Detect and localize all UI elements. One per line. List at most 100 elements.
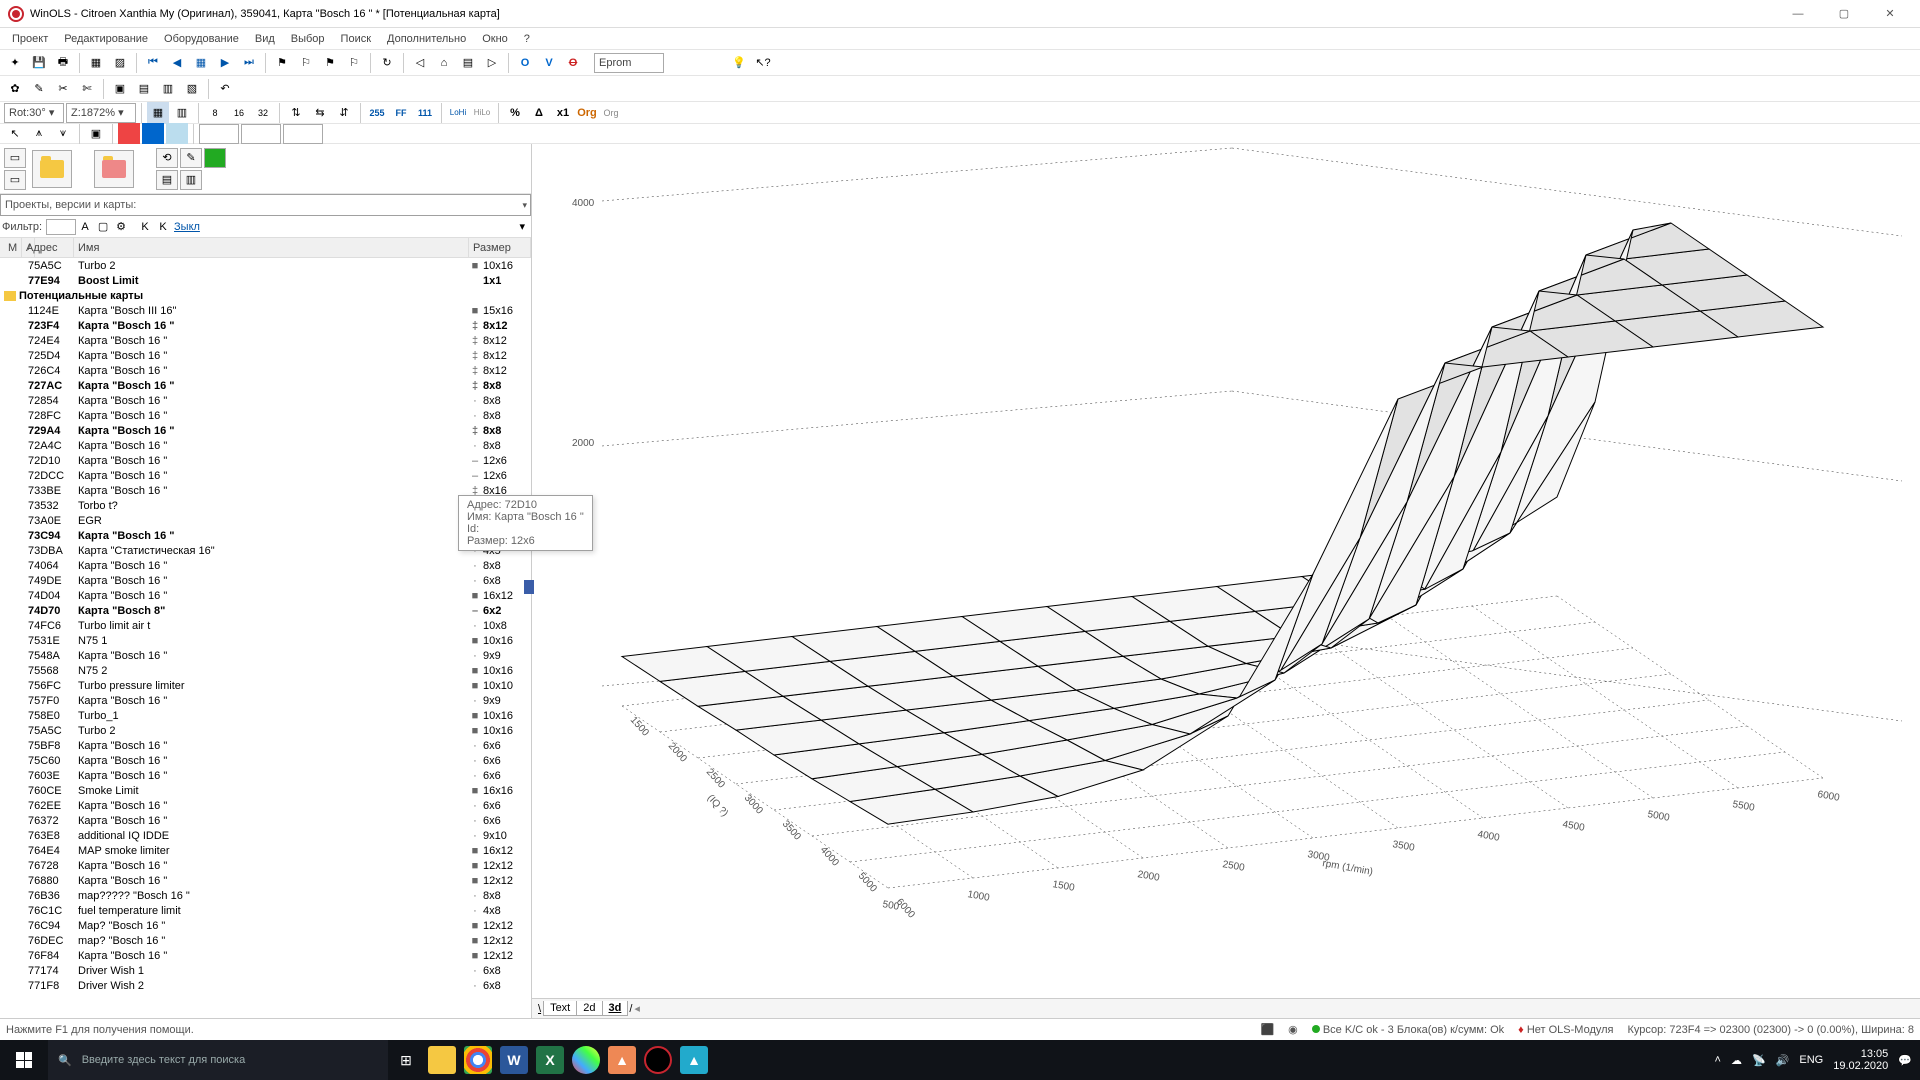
nav-prev-icon[interactable]: ◀ (166, 52, 188, 74)
maximize-button[interactable]: ▢ (1822, 1, 1866, 27)
word-icon[interactable]: W (500, 1046, 528, 1074)
table-row[interactable]: 723F4Карта "Bosch 16 "‡8x12 (0, 318, 531, 333)
table-row[interactable]: 762EEКарта "Bosch 16 "·6x6 (0, 798, 531, 813)
save-icon[interactable]: 💾 (28, 52, 50, 74)
refresh-icon[interactable]: ↻ (376, 52, 398, 74)
wand-icon[interactable]: ✦ (4, 52, 26, 74)
sel-color2-icon[interactable] (142, 123, 164, 145)
table-row[interactable]: 76880Карта "Bosch 16 "■12x12 (0, 873, 531, 888)
table-row[interactable]: 724E4Карта "Bosch 16 "‡8x12 (0, 333, 531, 348)
table-row[interactable]: 75568N75 2■10x16 (0, 663, 531, 678)
proj-open-icon[interactable] (32, 150, 72, 188)
sel-combo1[interactable] (199, 124, 239, 144)
edit-box3-icon[interactable]: ▥ (157, 78, 179, 100)
table-row[interactable]: 760CESmoke Limit■16x16 (0, 783, 531, 798)
table-row[interactable]: 7531EN75 1■10x16 (0, 633, 531, 648)
tree-folder[interactable]: Потенциальные карты (0, 288, 531, 303)
tray-time[interactable]: 13:05 (1833, 1048, 1888, 1060)
tb-window-2-icon[interactable]: ▨ (109, 52, 131, 74)
table-row[interactable]: 74FC6Turbo limit air t·10x8 (0, 618, 531, 633)
tree-body[interactable]: 75A5CTurbo 2■10x1677E94Boost Limit1x1Пот… (0, 258, 531, 1018)
menu-view[interactable]: Вид (247, 31, 283, 47)
table-row[interactable]: 733BEКарта "Bosch 16 "‡8x16 (0, 483, 531, 498)
table-row[interactable]: 76B36map????? "Bosch 16 "·8x8 (0, 888, 531, 903)
projects-dropdown[interactable]: Проекты, версии и карты: (0, 194, 531, 216)
proj-new-icon[interactable]: ▭ (4, 148, 26, 168)
photos-icon[interactable]: ▲ (680, 1046, 708, 1074)
nav-next-icon[interactable]: ▶ (214, 52, 236, 74)
table-row[interactable]: 74064Карта "Bosch 16 "·8x8 (0, 558, 531, 573)
start-button[interactable] (0, 1040, 48, 1080)
table-row[interactable]: 725D4Карта "Bosch 16 "‡8x12 (0, 348, 531, 363)
taskview-icon[interactable]: ⊞ (392, 1046, 420, 1074)
table-row[interactable]: 1124EКарта "Bosch III 16"■15x16 (0, 303, 531, 318)
menu-edit[interactable]: Редактирование (56, 31, 156, 47)
table-row[interactable]: 76372Карта "Bosch 16 "·6x6 (0, 813, 531, 828)
val-255-icon[interactable]: 255 (366, 102, 388, 124)
sel-color1-icon[interactable] (118, 123, 140, 145)
tray-chevron-icon[interactable]: ˄ (1715, 1054, 1721, 1066)
edit-box2-icon[interactable]: ▤ (133, 78, 155, 100)
view-mode1-icon[interactable]: ▦ (147, 102, 169, 124)
help-arrow-icon[interactable]: ↖? (752, 52, 774, 74)
col-name[interactable]: Имя (74, 238, 469, 257)
table-row[interactable]: 73532Torbo t?■10x10 (0, 498, 531, 513)
table-row[interactable]: 76F84Карта "Bosch 16 "■12x12 (0, 948, 531, 963)
proj-s5-icon[interactable]: ▥ (180, 170, 202, 190)
lohi-icon[interactable]: LoHi (447, 102, 469, 124)
sel-pointer-icon[interactable]: ↖ (4, 123, 26, 145)
col-addr[interactable]: Адрес (22, 238, 74, 257)
tb-flag1-icon[interactable]: ⚑ (271, 52, 293, 74)
table-row[interactable]: 74D04Карта "Bosch 16 "■16x12 (0, 588, 531, 603)
table-row[interactable]: 758E0Turbo_1■10x16 (0, 708, 531, 723)
tray-network-icon[interactable]: 📡 (1752, 1054, 1766, 1067)
explorer-icon[interactable] (428, 1046, 456, 1074)
filter-k2-icon[interactable]: K (154, 219, 172, 235)
menu-project[interactable]: Проект (4, 31, 56, 47)
table-row[interactable]: 73DBAКарта "Статистическая 16"·4x5 (0, 543, 531, 558)
table-row[interactable]: 749DEКарта "Bosch 16 "·6x8 (0, 573, 531, 588)
menu-select[interactable]: Выбор (283, 31, 333, 47)
zoom-dropdown[interactable]: Z:1872% ▾ (66, 103, 136, 123)
excel-icon[interactable]: X (536, 1046, 564, 1074)
filter-input[interactable] (46, 219, 76, 235)
table-row[interactable]: 75A5CTurbo 2■10x16 (0, 258, 531, 273)
tab-text[interactable]: Text (543, 1001, 577, 1016)
org-icon[interactable]: Org (576, 102, 598, 124)
menu-help[interactable]: ? (516, 31, 538, 47)
edit-wand-icon[interactable]: ✿ (4, 78, 26, 100)
nav-grid-icon[interactable]: ▦ (190, 52, 212, 74)
org2-icon[interactable]: Org (600, 102, 622, 124)
home-next-icon[interactable]: ▷ (481, 52, 503, 74)
menu-hardware[interactable]: Оборудование (156, 31, 247, 47)
table-row[interactable]: 72DCCКарта "Bosch 16 "–12x6 (0, 468, 531, 483)
mark-v-icon[interactable]: V (538, 52, 560, 74)
table-row[interactable]: 72A4CКарта "Bosch 16 "·8x8 (0, 438, 531, 453)
percent-icon[interactable]: % (504, 102, 526, 124)
tray-date[interactable]: 19.02.2020 (1833, 1060, 1888, 1072)
sel-combo2[interactable] (241, 124, 281, 144)
tray-cloud-icon[interactable]: ☁ (1731, 1054, 1742, 1067)
table-row[interactable]: 763E8additional IQ IDDE·9x10 (0, 828, 531, 843)
table-row[interactable]: 75A5CTurbo 2■10x16 (0, 723, 531, 738)
menu-extra[interactable]: Дополнительно (379, 31, 474, 47)
table-row[interactable]: 729A4Карта "Bosch 16 "‡8x8 (0, 423, 531, 438)
nav-first-icon[interactable]: ⏮ (142, 52, 164, 74)
table-row[interactable]: 7603EКарта "Bosch 16 "·6x6 (0, 768, 531, 783)
table-row[interactable]: 76DECmap? "Bosch 16 "■12x12 (0, 933, 531, 948)
proj-s4-icon[interactable]: ▤ (156, 170, 178, 190)
tb-flag4-icon[interactable]: ⚐ (343, 52, 365, 74)
table-row[interactable]: 74D70Карта "Bosch 8"–6x2 (0, 603, 531, 618)
table-row[interactable]: 77E94Boost Limit1x1 (0, 273, 531, 288)
table-row[interactable]: 764E4MAP smoke limiter■16x12 (0, 843, 531, 858)
col-size[interactable]: Размер (469, 238, 531, 257)
home-prev-icon[interactable]: ◁ (409, 52, 431, 74)
tb-window-1-icon[interactable]: ▦ (85, 52, 107, 74)
swap1-icon[interactable]: ⇅ (285, 102, 307, 124)
3d-chart-area[interactable]: 4000 2000 500100015002000250030003500400… (532, 144, 1920, 1018)
tray-volume-icon[interactable]: 🔊 (1776, 1054, 1790, 1067)
hilo-icon[interactable]: HiLo (471, 102, 493, 124)
table-row[interactable]: 75BF8Карта "Bosch 16 "·6x6 (0, 738, 531, 753)
sel-tool3-icon[interactable]: ⩛ (52, 123, 74, 145)
mark-o-icon[interactable]: O (514, 52, 536, 74)
